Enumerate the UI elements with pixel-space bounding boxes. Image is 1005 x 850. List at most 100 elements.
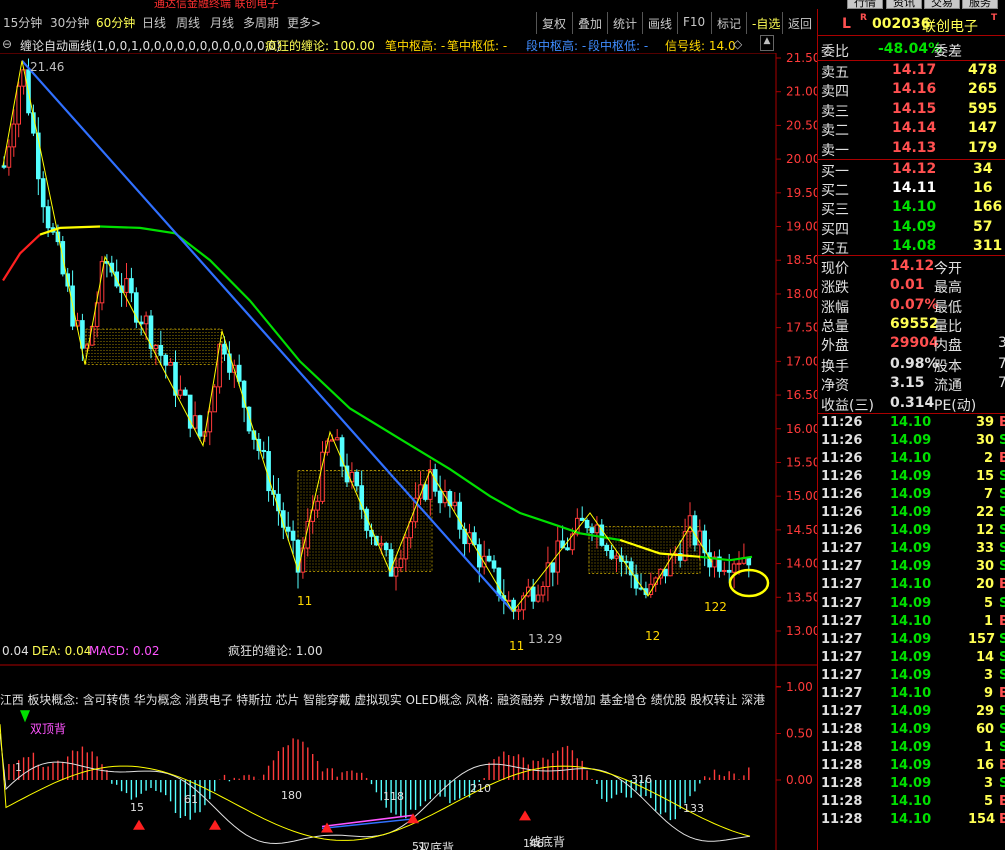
tick-volume: 3 (984, 667, 994, 683)
candle-body (178, 389, 183, 396)
tick-time: 11:27 (821, 649, 863, 665)
ask-row[interactable]: 卖二 14.14 147 (818, 119, 1005, 139)
scroll-up-icon[interactable]: ▲ (760, 35, 774, 51)
candle-body (40, 178, 46, 208)
macd-num-1: 1 (15, 761, 22, 774)
candle-body (285, 526, 291, 532)
tick-time: 11:26 (821, 415, 863, 430)
bid-row[interactable]: 买五 14.08 311 (818, 237, 1005, 257)
ask-row[interactable]: 卖四 14.16 265 (818, 80, 1005, 100)
period-30min[interactable]: 30分钟 (50, 14, 89, 31)
draw-line-button[interactable]: 画线 (642, 12, 677, 34)
stat-row[interactable]: 净资 3.15 流通 7 (818, 374, 1005, 394)
ask-price: 14.13 (892, 139, 937, 156)
period-week[interactable]: 周线 (176, 14, 200, 31)
tick-price: 14.09 (890, 487, 932, 503)
tick-volume: 9 (984, 685, 994, 701)
candle-body (692, 515, 698, 546)
stat-label: 量比 (934, 318, 962, 335)
candle-body (383, 542, 389, 551)
tick-price: 14.10 (890, 451, 932, 467)
bid-row[interactable]: 买四 14.09 57 (818, 218, 1005, 238)
tick-row: 11:28 14.09 16 B (818, 757, 1005, 775)
stats-button[interactable]: 统计 (607, 12, 642, 34)
bid-label: 买一 (821, 164, 849, 180)
period-15min[interactable]: 15分钟 (3, 14, 42, 31)
stat-value: 29904 (890, 335, 939, 352)
period-more[interactable]: 更多> (287, 14, 321, 31)
tick-flag: B (999, 415, 1005, 430)
mark-button[interactable]: 标记 (711, 12, 746, 34)
candle-body (153, 344, 159, 349)
candle-body (565, 547, 570, 551)
ask-volume: 147 (968, 120, 998, 137)
bid-row[interactable]: 买二 14.11 16 (818, 179, 1005, 200)
service-button[interactable]: 服务 (962, 0, 998, 9)
ask-row[interactable]: 卖一 14.13 179 (818, 139, 1005, 159)
tick-flag: S (999, 649, 1005, 665)
market-button[interactable]: 行情 (847, 0, 883, 9)
candle-body (89, 325, 95, 346)
tick-flag: S (999, 595, 1005, 611)
bid-volume: 311 (973, 237, 1003, 254)
stat-row[interactable]: 现价 14.12 今开 (818, 257, 1005, 277)
candle-body (256, 438, 262, 451)
tick-volume: 7 (984, 487, 994, 503)
tick-time: 11:28 (821, 739, 863, 755)
trade-button[interactable]: 交易 (924, 0, 960, 9)
ask-row[interactable]: 卖三 14.15 595 (818, 100, 1005, 120)
candle-body (45, 206, 51, 229)
candle-body (736, 562, 742, 565)
candle-body (6, 146, 12, 168)
stat-row[interactable]: 总量 69552 量比 (818, 315, 1005, 335)
candle-body (1, 165, 7, 168)
candle-body (354, 471, 360, 487)
overlay-button[interactable]: 叠加 (572, 12, 607, 34)
stat-row[interactable]: 换手 0.98% 股本 7 (818, 355, 1005, 375)
period-60min[interactable]: 60分钟 (96, 14, 135, 31)
tick-volume: 154 (968, 812, 996, 828)
ask-label: 卖五 (821, 65, 849, 81)
period-multi[interactable]: 多周期 (243, 14, 279, 31)
bid-volume: 57 (973, 218, 993, 235)
stat-row[interactable]: 涨幅 0.07% 最低 (818, 296, 1005, 316)
candle-body (334, 437, 340, 441)
ask-row[interactable]: 卖五 14.17 478 (818, 61, 1005, 81)
candle-body (516, 609, 521, 612)
watchlist-button[interactable]: -自选 (746, 12, 785, 34)
bid-label: 买二 (821, 183, 849, 200)
kline-chart[interactable]: 21.50 21.00 20.50 20.00 19.50 19.00 18.50 18.00… (0, 53, 817, 850)
tick-price: 14.09 (890, 757, 932, 773)
collapse-icon[interactable]: ⊖ (2, 37, 12, 51)
diamond-icon: ◇ (733, 37, 743, 51)
tick-price: 14.09 (890, 631, 932, 647)
period-day[interactable]: 日线 (142, 14, 166, 31)
candle-body (16, 85, 21, 125)
candle-body (535, 594, 541, 602)
weibi-label: 委比 (821, 44, 849, 60)
bid-row[interactable]: 买一 14.12 34 (818, 160, 1005, 180)
tick-time: 11:26 (821, 433, 863, 449)
news-button[interactable]: 资讯 (886, 0, 922, 9)
candle-body (183, 389, 188, 396)
f10-button[interactable]: F10 (677, 12, 710, 34)
bid-row[interactable]: 买三 14.10 166 (818, 198, 1005, 218)
ask-price: 14.17 (892, 62, 937, 78)
period-month[interactable]: 月线 (210, 14, 234, 31)
stat-row[interactable]: 收益(三) 0.314 PE(动) (818, 394, 1005, 414)
price-tick-label: 15.00 (786, 489, 817, 503)
back-button[interactable]: 返回 (782, 12, 817, 34)
stat-row[interactable]: 外盘 29904 内盘 3 (818, 334, 1005, 354)
macd-num-4: 180 (281, 789, 302, 802)
fuquan-button[interactable]: 复权 (536, 12, 571, 34)
candle-body (530, 586, 536, 602)
tick-time: 11:27 (821, 685, 863, 701)
candle-body (726, 569, 732, 573)
dea-value: DEA: 0.04 (32, 644, 91, 658)
macd-tick-label: 0.50 (786, 727, 813, 741)
tick-flag: S (999, 523, 1005, 539)
candle-body (129, 278, 134, 294)
candle-body (408, 521, 413, 539)
stat-value: 3.15 (890, 375, 925, 392)
stat-row[interactable]: 涨跌 0.01 最高 (818, 276, 1005, 296)
